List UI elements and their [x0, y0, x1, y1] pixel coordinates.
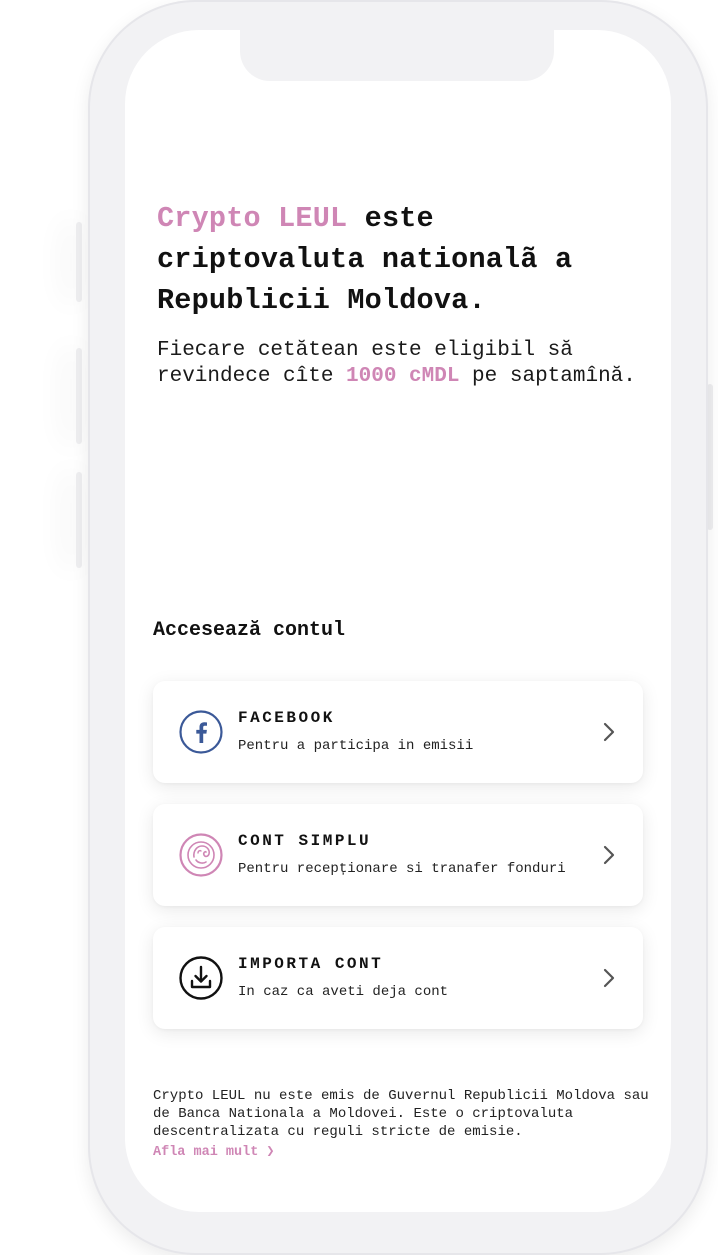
card-title: IMPORTA CONT [238, 955, 384, 973]
card-title: CONT SIMPLU [238, 832, 372, 850]
eligibility-text-end: pe saptamînă. [459, 365, 636, 388]
download-icon [179, 956, 223, 1000]
card-description: In caz ca aveti deja cont [238, 984, 449, 1000]
section-title: Accesează contul [153, 619, 346, 642]
facebook-login-card[interactable]: FACEBOOK Pentru a participa in emisii [153, 681, 643, 783]
chevron-right-icon [603, 722, 615, 742]
import-account-card[interactable]: IMPORTA CONT In caz ca aveti deja cont [153, 927, 643, 1029]
claim-amount: 1000 cMDL [346, 365, 460, 388]
chevron-right-icon [603, 968, 615, 988]
simple-account-card[interactable]: CONT SIMPLU Pentru recepționare si trana… [153, 804, 643, 906]
card-title: FACEBOOK [238, 709, 335, 727]
app-content: Crypto LEUL este criptovaluta nationalã … [0, 0, 718, 1255]
lion-icon [179, 833, 223, 877]
headline-brand: Crypto LEUL [157, 202, 348, 235]
learn-more-link[interactable]: Afla mai mult ❯ [153, 1143, 275, 1160]
headline: Crypto LEUL este criptovaluta nationalã … [157, 198, 657, 321]
card-description: Pentru recepționare si tranafer fonduri [238, 861, 566, 877]
disclaimer-text: Crypto LEUL nu este emis de Guvernul Rep… [153, 1088, 649, 1140]
chevron-right-icon [603, 845, 615, 865]
facebook-icon [179, 710, 223, 754]
card-description: Pentru a participa in emisii [238, 738, 474, 754]
eligibility-text: Fiecare cetătean este eligibil să revind… [157, 338, 637, 390]
